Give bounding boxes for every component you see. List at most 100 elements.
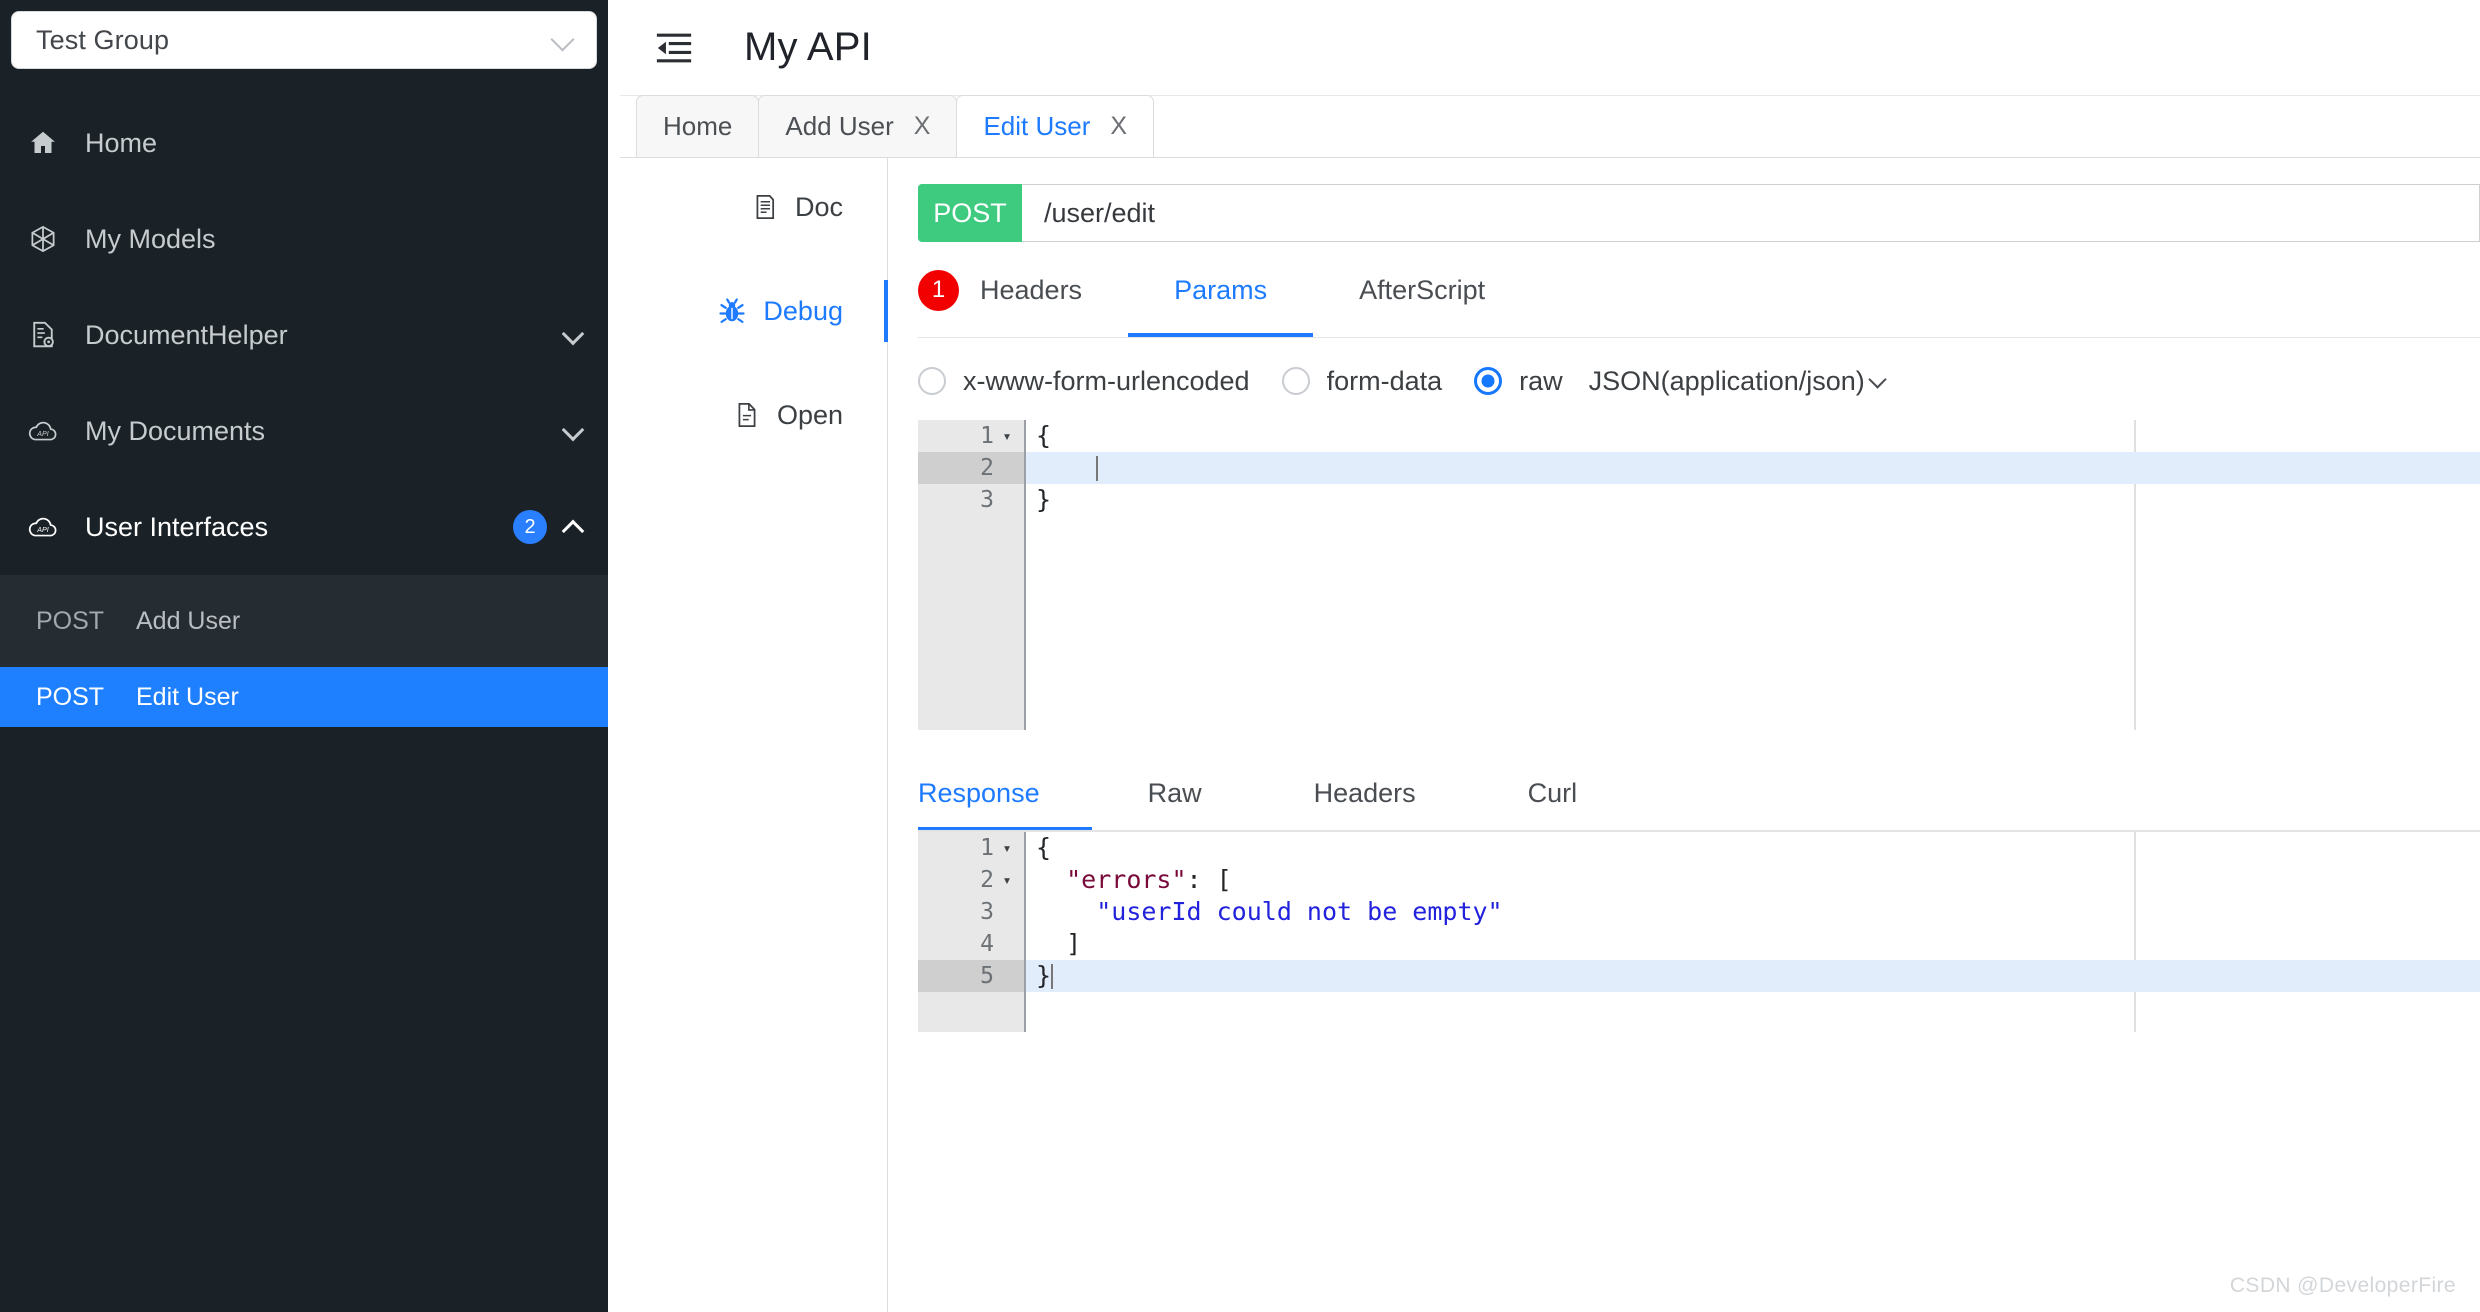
app-root: Test Group Home My Models DocumentHelper…	[0, 0, 2480, 1312]
file-icon	[733, 401, 761, 429]
body-type-radio-group: x-www-form-urlencoded form-data raw JSON…	[918, 346, 2480, 416]
headers-count-badge: 1	[918, 269, 959, 311]
sidebar-item-label: My Documents	[85, 415, 266, 446]
response-tabs: Response Raw Headers Curl	[918, 754, 2480, 832]
gutter-line: 3	[918, 896, 1024, 928]
resp-tab-curl[interactable]: Curl	[1472, 754, 1634, 832]
sidebar-endpoint-add-user[interactable]: POST Add User	[0, 575, 608, 667]
line-number: 5	[980, 963, 994, 989]
gutter-line: 1 ▾	[918, 420, 1024, 452]
sidebar-item-home[interactable]: Home	[0, 95, 608, 191]
chevron-down-icon	[552, 29, 574, 51]
resp-tab-label: Response	[918, 777, 1040, 808]
subtab-afterscript[interactable]: AfterScript	[1313, 242, 1531, 338]
text-caret	[1051, 964, 1054, 989]
radio-label: raw	[1519, 365, 1563, 396]
api-cloud-icon: API	[26, 414, 60, 448]
request-subtabs: 1 Headers Params AfterScript	[918, 242, 2480, 338]
chevron-down-icon[interactable]	[563, 421, 583, 441]
subtab-label: Params	[1174, 274, 1268, 305]
radio-x-www-form-urlencoded[interactable]: x-www-form-urlencoded	[918, 366, 1250, 397]
subtab-label: AfterScript	[1359, 274, 1486, 305]
sidebar-item-user-interfaces[interactable]: API User Interfaces 2	[0, 479, 608, 575]
code-line: {	[1036, 421, 1052, 450]
sidebar-item-label: DocumentHelper	[85, 319, 288, 350]
content-type-select[interactable]: JSON(application/json)	[1589, 366, 1886, 397]
watermark: CSDN @DeveloperFire	[2229, 1274, 2456, 1297]
response-body-editor[interactable]: 1 ▾ 2 ▾ 3 4 5 {"errors": ["userId coul…	[918, 832, 2480, 1032]
document-gear-icon	[26, 318, 60, 352]
code-line: "userId could not be empty"	[1026, 896, 2480, 928]
line-number: 3	[980, 899, 994, 925]
code-line: {	[1036, 833, 1052, 862]
sidebar-item-label: Home	[85, 127, 158, 158]
collapse-sidebar-icon[interactable]	[651, 25, 697, 71]
editor-code-area[interactable]: { }	[1026, 420, 2480, 516]
line-number: 1	[980, 835, 994, 861]
top-bar: My API	[620, 0, 2480, 96]
sidebar-item-documenthelper[interactable]: DocumentHelper	[0, 287, 608, 383]
chevron-down-icon	[1870, 373, 1886, 389]
sidebar-item-my-models[interactable]: My Models	[0, 191, 608, 287]
chevron-up-icon[interactable]	[563, 517, 583, 537]
sidebar: Test Group Home My Models DocumentHelper…	[0, 0, 608, 1312]
group-selector-value: Test Group	[36, 24, 170, 55]
sidebar-item-my-documents[interactable]: API My Documents	[0, 383, 608, 479]
tab-label: Add User	[785, 111, 894, 141]
request-panel: POST /user/edit 1 Headers Params AfterSc…	[888, 158, 2480, 1312]
fold-icon[interactable]: ▾	[998, 420, 1016, 452]
resp-tab-response[interactable]: Response	[918, 754, 1092, 832]
vnav-label: Doc	[794, 191, 843, 222]
close-icon[interactable]: X	[1110, 114, 1127, 139]
group-selector[interactable]: Test Group	[11, 11, 597, 69]
vnav-label: Debug	[763, 295, 843, 326]
sidebar-nav: Home My Models DocumentHelper API My Doc…	[0, 95, 608, 727]
api-cloud-icon: API	[26, 510, 60, 544]
tab-home[interactable]: Home	[636, 95, 760, 157]
radio-raw[interactable]: raw	[1474, 366, 1563, 397]
gutter-line: 5	[918, 960, 1024, 992]
vnav-item-doc[interactable]: Doc	[620, 176, 887, 238]
radio-form-data[interactable]: form-data	[1281, 366, 1442, 397]
subtab-label: Headers	[980, 274, 1083, 305]
sidebar-item-label: User Interfaces	[85, 511, 269, 542]
tab-add-user[interactable]: Add User X	[758, 95, 958, 157]
tab-bar: Home Add User X Edit User X	[620, 95, 2480, 158]
sidebar-endpoint-edit-user[interactable]: POST Edit User	[0, 667, 608, 727]
resp-tab-raw[interactable]: Raw	[1092, 754, 1258, 832]
request-method-badge[interactable]: POST	[918, 184, 1022, 242]
gutter-line: 3	[918, 484, 1024, 516]
request-body-editor[interactable]: 1 ▾ 2 3 {}	[918, 420, 2480, 730]
fold-icon[interactable]: ▾	[998, 864, 1016, 896]
line-number: 3	[980, 487, 994, 513]
gutter-line: 4	[918, 928, 1024, 960]
code-line: ]	[1036, 929, 1082, 958]
resp-tab-label: Headers	[1313, 777, 1416, 808]
line-number: 2	[980, 867, 994, 893]
close-icon[interactable]: X	[914, 114, 931, 139]
main-content: My API Home Add User X Edit User X Doc D…	[620, 0, 2480, 1312]
json-punct: : [	[1186, 865, 1232, 894]
chevron-down-icon[interactable]	[563, 325, 583, 345]
request-url-input[interactable]: /user/edit	[1022, 184, 2480, 242]
svg-text:API: API	[36, 526, 48, 534]
subtab-params[interactable]: Params	[1128, 242, 1314, 338]
line-number: 1	[980, 423, 994, 449]
fold-icon[interactable]: ▾	[998, 832, 1016, 864]
sidebar-badge-count: 2	[513, 510, 547, 544]
tab-edit-user[interactable]: Edit User X	[956, 95, 1155, 157]
page-title: My API	[744, 25, 872, 69]
resp-tab-headers[interactable]: Headers	[1258, 754, 1472, 832]
radio-icon	[918, 367, 946, 395]
editor-gutter: 1 ▾ 2 ▾ 3 4 5	[918, 832, 1024, 1032]
svg-text:API: API	[36, 430, 48, 438]
tab-label: Edit User	[983, 111, 1091, 141]
vnav-item-debug[interactable]: Debug	[620, 280, 888, 342]
vnav-item-open[interactable]: Open	[620, 384, 887, 446]
code-line-active	[1026, 452, 2480, 484]
work-area: Doc Debug Open POST /user/edit 1 Headers…	[620, 158, 2480, 1312]
editor-code-area[interactable]: { "errors": [ "userId could not be empty…	[1026, 832, 2480, 992]
subtab-headers[interactable]: 1 Headers	[918, 242, 1128, 338]
code-line: "errors": [	[1026, 864, 2480, 896]
